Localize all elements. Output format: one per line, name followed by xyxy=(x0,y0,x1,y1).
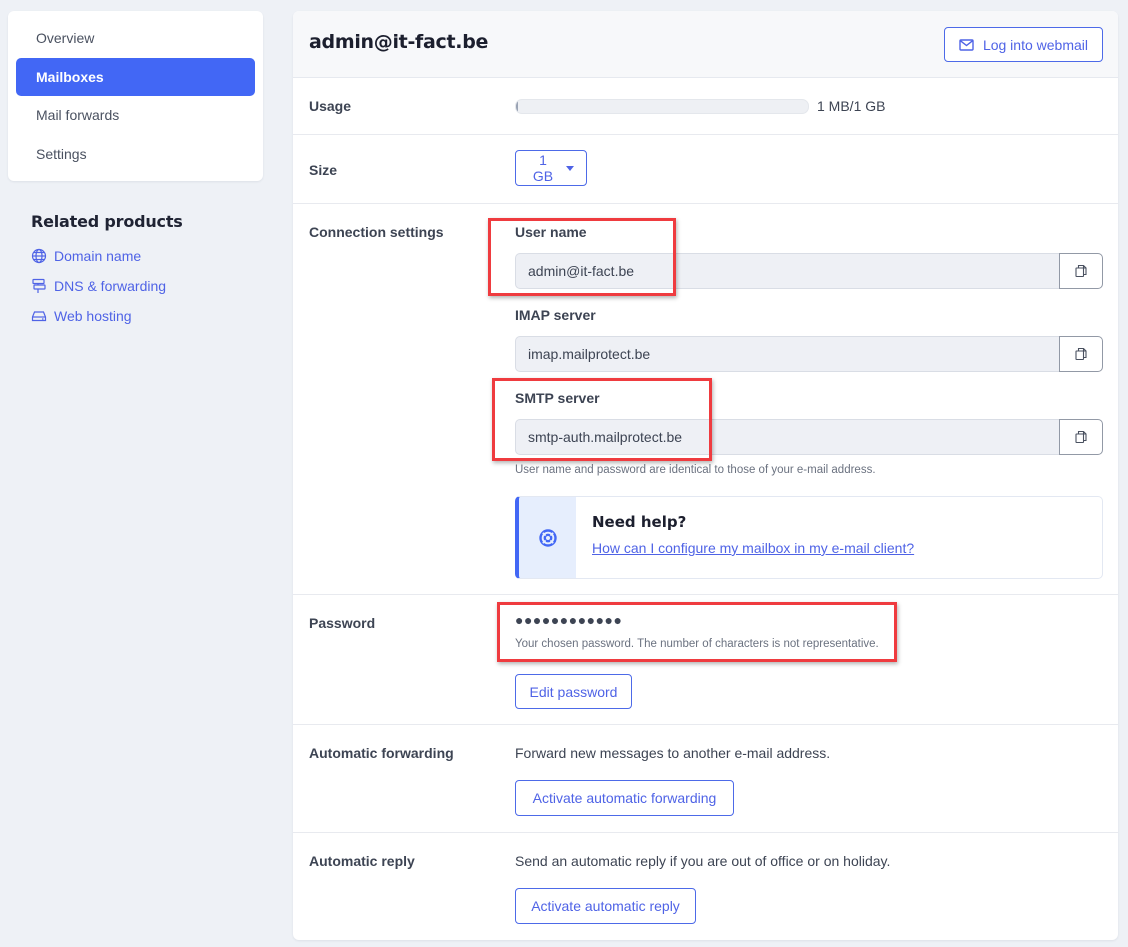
usage-progress-fill xyxy=(516,100,518,113)
automatic-reply-row: Automatic reply Send an automatic reply … xyxy=(293,833,1118,940)
page-title: admin@it-fact.be xyxy=(309,31,489,53)
usage-row: Usage 1 MB/1 GB xyxy=(293,78,1118,135)
lifebuoy-icon xyxy=(538,528,557,547)
edit-password-button[interactable]: Edit password xyxy=(515,674,632,709)
automatic-reply-label: Automatic reply xyxy=(309,853,415,869)
password-masked-value: ●●●●●●●●●●●● xyxy=(515,612,623,628)
automatic-forwarding-row: Automatic forwarding Forward new message… xyxy=(293,725,1118,833)
activate-forwarding-button[interactable]: Activate automatic forwarding xyxy=(515,780,734,816)
size-dropdown[interactable]: 1 GB xyxy=(515,150,587,186)
envelope-icon xyxy=(959,38,974,51)
user-name-input[interactable]: admin@it-fact.be xyxy=(515,253,1059,289)
automatic-forwarding-label: Automatic forwarding xyxy=(309,745,454,761)
related-link-label: Web hosting xyxy=(54,308,132,324)
signpost-icon xyxy=(32,278,46,293)
copy-icon xyxy=(1075,430,1087,444)
log-into-webmail-button[interactable]: Log into webmail xyxy=(943,27,1103,62)
size-row: Size 1 GB xyxy=(293,135,1118,204)
sidebar-item-mail-forwards[interactable]: Mail forwards xyxy=(16,96,255,134)
server-icon xyxy=(31,311,47,322)
connection-settings-label: Connection settings xyxy=(309,224,444,240)
copy-smtp-server-button[interactable] xyxy=(1059,419,1103,455)
copy-user-name-button[interactable] xyxy=(1059,253,1103,289)
related-link-domain-name[interactable]: Domain name xyxy=(31,241,183,271)
copy-imap-server-button[interactable] xyxy=(1059,336,1103,372)
automatic-forwarding-description: Forward new messages to another e-mail a… xyxy=(515,745,831,761)
imap-server-label: IMAP server xyxy=(515,307,596,323)
sidebar-nav: Overview Mailboxes Mail forwards Setting… xyxy=(8,11,263,181)
password-hint: Your chosen password. The number of char… xyxy=(515,638,879,650)
help-text: Need help? How can I configure my mailbo… xyxy=(576,497,914,578)
size-label: Size xyxy=(309,162,338,178)
help-icon-container xyxy=(519,497,576,578)
caret-down-icon xyxy=(566,165,574,171)
help-configure-link[interactable]: How can I configure my mailbox in my e-m… xyxy=(592,540,914,556)
sidebar-item-settings[interactable]: Settings xyxy=(16,135,255,173)
imap-server-field: imap.mailprotect.be xyxy=(515,336,1103,372)
user-name-label: User name xyxy=(515,224,587,240)
card-header: admin@it-fact.be Log into webmail xyxy=(293,11,1118,78)
connection-hint: User name and password are identical to … xyxy=(515,464,876,476)
password-label: Password xyxy=(309,615,376,631)
related-link-web-hosting[interactable]: Web hosting xyxy=(31,301,183,331)
related-products-title: Related products xyxy=(31,212,183,231)
related-products: Related products Domain name DNS & forwa… xyxy=(31,212,183,331)
related-link-dns-forwarding[interactable]: DNS & forwarding xyxy=(31,271,183,301)
mailbox-details-card: admin@it-fact.be Log into webmail Usage … xyxy=(293,11,1118,940)
size-selected-value: 1 GB xyxy=(532,152,554,184)
smtp-server-field: smtp-auth.mailprotect.be xyxy=(515,419,1103,455)
webmail-button-label: Log into webmail xyxy=(982,36,1088,53)
help-callout: Need help? How can I configure my mailbo… xyxy=(515,496,1103,579)
activate-reply-button[interactable]: Activate automatic reply xyxy=(515,888,696,924)
related-link-label: DNS & forwarding xyxy=(54,278,167,294)
sidebar-item-mailboxes[interactable]: Mailboxes xyxy=(16,57,255,96)
imap-server-input[interactable]: imap.mailprotect.be xyxy=(515,336,1059,372)
connection-settings-row: Connection settings User name admin@it-f… xyxy=(293,204,1118,595)
automatic-reply-description: Send an automatic reply if you are out o… xyxy=(515,853,891,869)
related-link-label: Domain name xyxy=(54,248,142,264)
globe-icon xyxy=(31,248,47,264)
smtp-server-label: SMTP server xyxy=(515,390,600,406)
usage-progress-bar xyxy=(515,99,809,114)
copy-icon xyxy=(1075,264,1087,278)
password-row: Password ●●●●●●●●●●●● Your chosen passwo… xyxy=(293,595,1118,725)
usage-label: Usage xyxy=(309,98,352,114)
user-name-field: admin@it-fact.be xyxy=(515,253,1103,289)
smtp-server-input[interactable]: smtp-auth.mailprotect.be xyxy=(515,419,1059,455)
copy-icon xyxy=(1075,347,1087,361)
usage-value: 1 MB/1 GB xyxy=(817,98,886,114)
help-title: Need help? xyxy=(592,513,687,531)
sidebar-item-overview[interactable]: Overview xyxy=(16,19,255,57)
